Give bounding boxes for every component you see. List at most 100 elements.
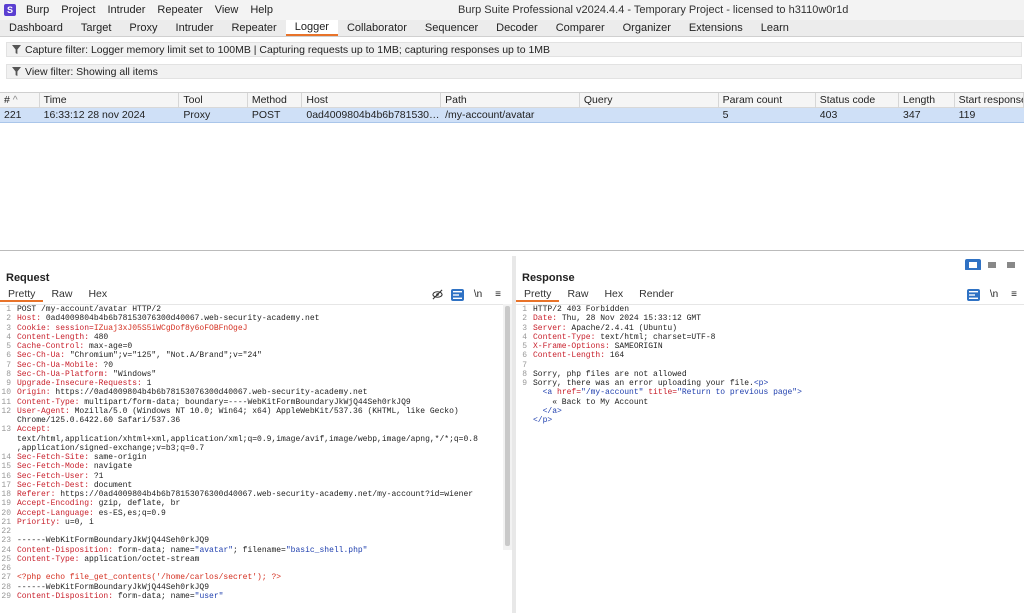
request-scrollbar[interactable] xyxy=(503,304,512,550)
col-header-status-code[interactable]: Status code xyxy=(816,93,900,108)
line-content: </p> xyxy=(529,416,552,425)
line-number xyxy=(516,398,529,407)
tab-comparer[interactable]: Comparer xyxy=(547,20,614,36)
col-header-tool[interactable]: Tool xyxy=(179,93,248,108)
line-number: 5 xyxy=(6,342,11,351)
line-content: Cookie: session=IZuaj3xJ05S5iWCgDof8y6oF… xyxy=(13,324,247,333)
code-line: 16 Sec-Fetch-User: ?1 xyxy=(0,472,512,481)
tab-logger[interactable]: Logger xyxy=(285,20,338,36)
code-line: 1 HTTP/2 403 Forbidden xyxy=(516,305,1024,314)
request-tab-hex[interactable]: Hex xyxy=(80,288,115,302)
capture-filter-bar[interactable]: Capture filter: Logger memory limit set … xyxy=(6,42,1022,57)
code-token: "user" xyxy=(194,591,224,601)
menu-view[interactable]: View xyxy=(209,0,245,20)
code-line: 7 Sec-Ch-Ua-Mobile: ?0 xyxy=(0,361,512,370)
col-header-number[interactable]: # ^ xyxy=(0,93,40,108)
code-token: session= xyxy=(55,323,94,333)
code-line: 19 Accept-Encoding: gzip, deflate, br xyxy=(0,499,512,508)
response-pane: Response Pretty Raw Hex Render \n ≡ 1 HTT… xyxy=(516,270,1024,613)
code-line: 23 ------WebKitFormBoundaryJkWjQ44Seh0rkJ… xyxy=(0,536,512,545)
menu-repeater[interactable]: Repeater xyxy=(151,0,208,20)
line-number: 20 xyxy=(1,508,11,518)
col-header-length[interactable]: Length xyxy=(899,93,955,108)
code-token: </p> xyxy=(533,416,553,425)
response-tab-raw[interactable]: Raw xyxy=(559,288,596,302)
code-token: href= xyxy=(557,388,582,398)
code-token: "Return to previous page" xyxy=(677,388,798,398)
line-number: 6 xyxy=(6,351,11,361)
request-menu-icon[interactable]: ≡ xyxy=(492,289,504,301)
burp-logo-icon: S xyxy=(0,0,20,20)
col-header-host[interactable]: Host xyxy=(302,93,442,108)
col-header-query[interactable]: Query xyxy=(580,93,719,108)
code-token: ?1 xyxy=(93,471,104,481)
response-tab-pretty[interactable]: Pretty xyxy=(516,288,560,302)
pretty-print-toggle-icon[interactable] xyxy=(451,288,464,301)
code-token: ; filename= xyxy=(233,545,286,555)
col-header-method[interactable]: Method xyxy=(248,93,303,108)
code-line: « Back to My Account xyxy=(516,398,1024,407)
code-token: SAMEORIGIN xyxy=(614,342,663,351)
request-tab-raw[interactable]: Raw xyxy=(43,288,80,302)
tab-dashboard[interactable]: Dashboard xyxy=(0,20,72,36)
cell-param-count: 5 xyxy=(722,109,729,121)
tab-organizer[interactable]: Organizer xyxy=(614,20,680,36)
code-line: 6 Sec-Ch-Ua: "Chromium";v="125", "Not.A/B… xyxy=(0,351,512,360)
table-row[interactable]: 221 16:33:12 28 nov 2024 Proxy POST 0ad4… xyxy=(0,108,1024,123)
code-line: 5 X-Frame-Options: SAMEORIGIN xyxy=(516,342,1024,351)
code-line: 20 Accept-Language: es-ES,es;q=0.9 xyxy=(0,509,512,518)
menu-project[interactable]: Project xyxy=(55,0,101,20)
menu-help[interactable]: Help xyxy=(244,0,279,20)
menu-intruder[interactable]: Intruder xyxy=(102,0,152,20)
line-content: <a href="/my-account" title="Return to p… xyxy=(529,388,802,397)
line-content: Priority: u=0, i xyxy=(13,518,94,527)
line-content: POST /my-account/avatar HTTP/2 xyxy=(13,305,161,314)
newline-toggle[interactable]: \n xyxy=(988,289,1000,301)
code-token: https://0ad4009804b4b6b78153076300d40067… xyxy=(55,388,368,398)
request-editor[interactable]: 1 POST /my-account/avatar HTTP/2 2 Host: 0a… xyxy=(0,304,512,613)
tab-repeater[interactable]: Repeater xyxy=(222,20,285,36)
code-token: Sec-Fetch-Site: xyxy=(17,453,94,462)
cell-tool: Proxy xyxy=(183,109,211,121)
response-tab-render[interactable]: Render xyxy=(631,288,681,302)
response-menu-icon[interactable]: ≡ xyxy=(1008,289,1020,301)
col-header-param-count[interactable]: Param count xyxy=(719,93,816,108)
col-header-time[interactable]: Time xyxy=(40,93,180,108)
request-subtabs: Pretty Raw Hex xyxy=(0,288,115,302)
code-line: 27 <?php echo file_get_contents('/home/ca… xyxy=(0,573,512,582)
tab-proxy[interactable]: Proxy xyxy=(120,20,166,36)
response-tab-hex[interactable]: Hex xyxy=(596,288,631,302)
code-token: Sec-Ch-Ua: xyxy=(17,351,70,361)
view-filter-bar[interactable]: View filter: Showing all items xyxy=(6,64,1022,79)
tab-intruder[interactable]: Intruder xyxy=(167,20,223,36)
line-number xyxy=(0,435,13,444)
line-number: 29 xyxy=(1,591,11,601)
tab-extensions[interactable]: Extensions xyxy=(680,20,752,36)
code-line: 3 Server: Apache/2.4.41 (Ubuntu) xyxy=(516,324,1024,333)
pretty-print-toggle-icon[interactable] xyxy=(967,288,980,301)
tab-target[interactable]: Target xyxy=(72,20,121,36)
hide-nonprinting-icon[interactable] xyxy=(431,289,443,301)
col-header-path[interactable]: Path xyxy=(441,93,580,108)
response-editor[interactable]: 1 HTTP/2 403 Forbidden 2 Date: Thu, 28 Nov … xyxy=(516,304,1024,613)
line-number xyxy=(516,416,529,425)
tab-decoder[interactable]: Decoder xyxy=(487,20,547,36)
line-content: text/html,application/xhtml+xml,applicat… xyxy=(13,435,478,444)
line-content: Content-Disposition: form-data; name="us… xyxy=(13,592,223,601)
col-header-start-response-timer[interactable]: Start response timer xyxy=(955,93,1024,108)
line-number: 26 xyxy=(1,564,11,573)
request-tab-pretty[interactable]: Pretty xyxy=(0,288,44,302)
tab-sequencer[interactable]: Sequencer xyxy=(416,20,487,36)
tab-learn[interactable]: Learn xyxy=(752,20,798,36)
logger-table: # ^ Time Tool Method Host Path Query Par… xyxy=(0,92,1024,251)
line-number xyxy=(516,388,529,397)
code-token: multipart/form-data; boundary=----WebKit… xyxy=(84,397,411,407)
menu-burp[interactable]: Burp xyxy=(20,0,55,20)
code-token: Sorry, there was an error uploading your… xyxy=(533,379,754,388)
code-line: 12 User-Agent: Mozilla/5.0 (Windows NT 10… xyxy=(0,407,512,416)
newline-toggle[interactable]: \n xyxy=(472,289,484,301)
code-token: ------WebKitFormBoundaryJkWjQ44Seh0rkJQ9 xyxy=(17,536,210,546)
code-token: max-age=0 xyxy=(89,342,133,351)
tab-collaborator[interactable]: Collaborator xyxy=(338,20,416,36)
menu-bar: Burp Project Intruder Repeater View Help xyxy=(20,0,279,20)
